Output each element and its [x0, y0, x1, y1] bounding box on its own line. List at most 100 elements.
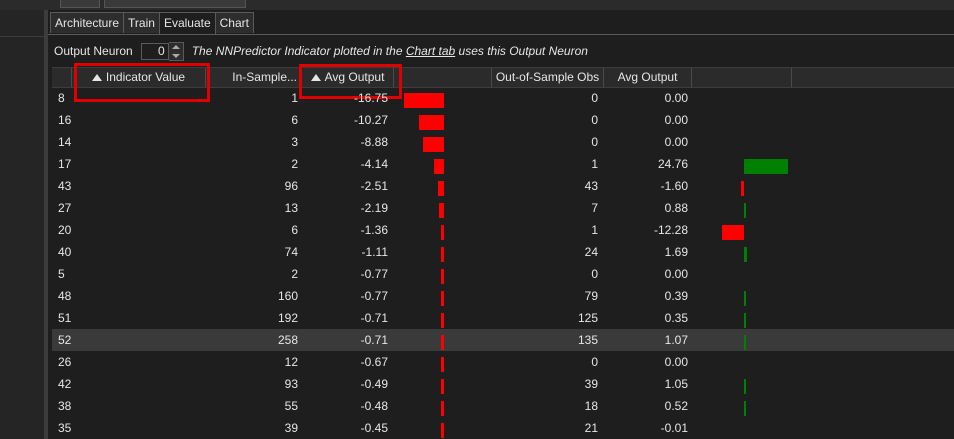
column-header-label: In-Sample... — [232, 70, 297, 84]
column-header-indicator-value[interactable]: Indicator Value — [72, 68, 206, 87]
cell-oos-avg-output: 1.05 — [664, 377, 688, 391]
table-row[interactable]: 27 13 -2.19 7 0.88 — [52, 197, 954, 219]
column-header-in-sample[interactable]: In-Sample... — [206, 68, 302, 87]
cell-avg-output: -10.27 — [353, 113, 388, 127]
cell-avg-output: -16.75 — [353, 91, 388, 105]
tab-divider — [48, 34, 954, 35]
column-header-label: Avg Output — [324, 70, 385, 84]
cell-in-sample: 93 — [284, 377, 298, 391]
left-panel-divider — [0, 36, 44, 37]
cell-avg-output: -8.88 — [360, 135, 388, 149]
cell-in-sample: 13 — [284, 201, 298, 215]
cell-in-sample: 160 — [277, 289, 298, 303]
output-neuron-input[interactable] — [140, 42, 169, 60]
table-row[interactable]: 17 2 -4.14 1 24.76 — [52, 153, 954, 175]
output-neuron-spinner[interactable] — [168, 41, 184, 61]
cell-in-sample: 74 — [284, 245, 298, 259]
row-header-corner — [52, 68, 72, 87]
cell-out-of-sample-obs: 0 — [591, 91, 598, 105]
cell-in-sample: 3 — [291, 135, 298, 149]
top-tab-stub[interactable] — [104, 0, 246, 8]
table-row[interactable]: 20 6 -1.36 1 -12.28 — [52, 219, 954, 241]
cell-out-of-sample-obs: 135 — [577, 333, 598, 347]
cell-out-of-sample-obs: 0 — [591, 135, 598, 149]
chart-tab-link[interactable]: Chart tab — [406, 44, 455, 58]
table-row[interactable]: 48 160 -0.77 79 0.39 — [52, 285, 954, 307]
cell-avg-output: -0.67 — [360, 355, 388, 369]
cell-avg-output: -2.19 — [360, 201, 388, 215]
column-header-in-sample-bar[interactable] — [394, 68, 492, 87]
tab-evaluate[interactable]: Evaluate — [158, 12, 216, 34]
cell-avg-output: -4.14 — [360, 157, 388, 171]
cell-in-sample: 6 — [291, 223, 298, 237]
table-row[interactable]: 38 55 -0.48 18 0.52 — [52, 395, 954, 417]
cell-indicator-value: 52 — [58, 333, 72, 347]
in-sample-bar — [441, 291, 444, 306]
cell-out-of-sample-obs: 79 — [584, 289, 598, 303]
column-header-avg-output[interactable]: Avg Output — [302, 68, 394, 87]
tab-architecture[interactable]: Architecture — [50, 12, 125, 33]
cell-out-of-sample-obs: 43 — [584, 179, 598, 193]
table-row[interactable]: 52 258 -0.71 135 1.07 — [52, 329, 954, 351]
cell-in-sample: 192 — [277, 311, 298, 325]
table-row[interactable]: 5 2 -0.77 0 0.00 — [52, 263, 954, 285]
output-neuron-label: Output Neuron — [54, 44, 133, 58]
top-tab-stub[interactable] — [60, 0, 100, 8]
out-of-sample-bar — [744, 401, 746, 416]
output-neuron-note: The NNPredictor Indicator plotted in the… — [192, 44, 588, 58]
cell-in-sample: 2 — [291, 157, 298, 171]
in-sample-bar — [441, 247, 444, 262]
table-row[interactable]: 8 1 -16.75 0 0.00 — [52, 87, 954, 109]
out-of-sample-bar — [744, 335, 746, 350]
in-sample-bar — [441, 335, 444, 350]
cell-out-of-sample-obs: 39 — [584, 377, 598, 391]
cell-oos-avg-output: 0.88 — [664, 201, 688, 215]
cell-indicator-value: 8 — [58, 91, 65, 105]
in-sample-bar — [438, 203, 444, 218]
tab-train[interactable]: Train — [123, 12, 160, 33]
top-tab-strip — [0, 0, 954, 10]
cell-out-of-sample-obs: 125 — [577, 311, 598, 325]
table-row[interactable]: 40 74 -1.11 24 1.69 — [52, 241, 954, 263]
cell-out-of-sample-obs: 18 — [584, 399, 598, 413]
column-header-oos-avg-output[interactable]: Avg Output — [604, 68, 692, 87]
cell-out-of-sample-obs: 0 — [591, 113, 598, 127]
column-header-oos-bar[interactable] — [692, 68, 792, 87]
output-neuron-note-prefix: The NNPredictor Indicator plotted in the — [191, 44, 406, 58]
table-row[interactable]: 51 192 -0.71 125 0.35 — [52, 307, 954, 329]
out-of-sample-bar — [744, 379, 746, 394]
grid-header: Indicator Value In-Sample... Avg Output … — [52, 67, 954, 88]
cell-in-sample: 2 — [291, 267, 298, 281]
cell-oos-avg-output: 0.35 — [664, 311, 688, 325]
output-neuron-note-suffix: uses this Output Neuron — [455, 44, 588, 58]
out-of-sample-bar — [744, 291, 746, 306]
tab-chart[interactable]: Chart — [214, 12, 254, 33]
spinner-down-icon[interactable] — [171, 53, 180, 58]
evaluate-panel: Architecture Train Evaluate Chart Output… — [48, 10, 954, 439]
table-row[interactable]: 35 39 -0.45 21 -0.01 — [52, 417, 954, 439]
cell-indicator-value: 16 — [58, 113, 72, 127]
cell-indicator-value: 43 — [58, 179, 72, 193]
cell-out-of-sample-obs: 0 — [591, 355, 598, 369]
cell-avg-output: -1.36 — [360, 223, 388, 237]
in-sample-bar — [441, 423, 444, 438]
table-row[interactable]: 43 96 -2.51 43 -1.60 — [52, 175, 954, 197]
cell-oos-avg-output: 1.69 — [664, 245, 688, 259]
cell-oos-avg-output: 1.07 — [664, 333, 688, 347]
left-panel — [0, 10, 44, 439]
in-sample-bar — [403, 93, 444, 108]
table-row[interactable]: 42 93 -0.49 39 1.05 — [52, 373, 954, 395]
cell-in-sample: 12 — [284, 355, 298, 369]
table-row[interactable]: 26 12 -0.67 0 0.00 — [52, 351, 954, 373]
cell-oos-avg-output: 0.00 — [664, 113, 688, 127]
cell-indicator-value: 17 — [58, 157, 72, 171]
table-row[interactable]: 16 6 -10.27 0 0.00 — [52, 109, 954, 131]
cell-in-sample: 1 — [291, 91, 298, 105]
table-row[interactable]: 14 3 -8.88 0 0.00 — [52, 131, 954, 153]
cell-oos-avg-output: 0.39 — [664, 289, 688, 303]
column-header-out-of-sample-obs[interactable]: Out-of-Sample Obs — [492, 68, 604, 87]
spinner-up-icon[interactable] — [171, 44, 180, 49]
cell-avg-output: -0.48 — [360, 399, 388, 413]
cell-in-sample: 6 — [291, 113, 298, 127]
output-neuron-row: Output Neuron The NNPredictor Indicator … — [54, 41, 588, 61]
